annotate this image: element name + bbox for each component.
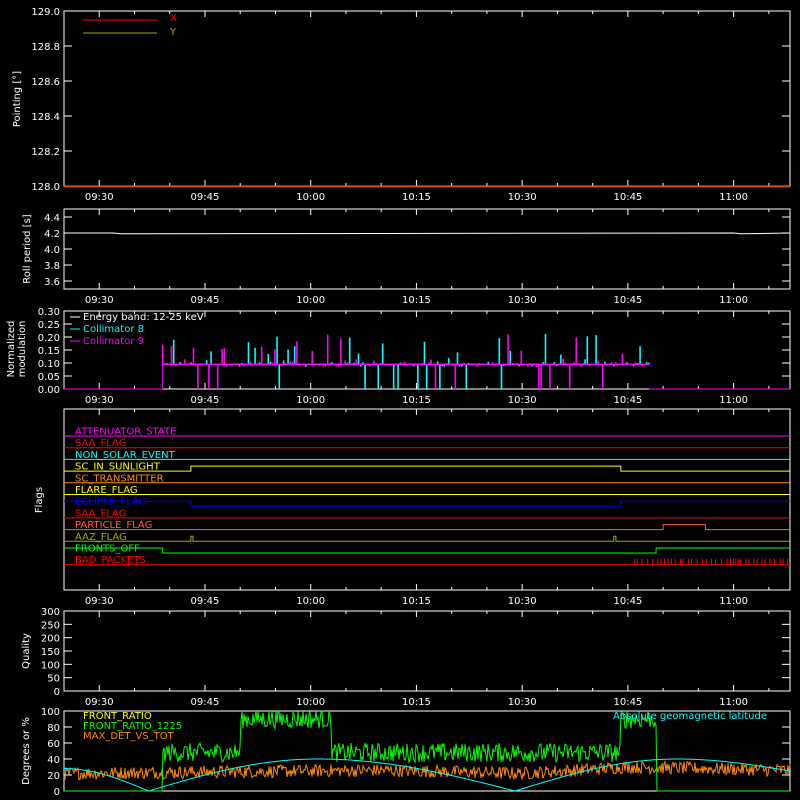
y-tick-label: 250	[41, 620, 60, 631]
x-tick-label: 09:45	[191, 295, 220, 306]
y-tick-label: 0.15	[38, 346, 60, 357]
x-tick-label: 10:15	[402, 295, 431, 306]
legend-max-det: MAX_DET_VS_TOT	[83, 731, 175, 742]
y-tick-label: 0.05	[38, 372, 60, 383]
x-tick-label: 10:00	[296, 192, 325, 203]
x-tick-label: 10:30	[508, 596, 537, 607]
x-tick-label: 10:15	[402, 697, 431, 708]
y-tick-label: 300	[41, 607, 60, 618]
x-tick-label: 10:45	[613, 192, 642, 203]
legend-y-label: Y	[169, 27, 177, 38]
pointing-ylabel: Pointing [°]	[12, 71, 23, 127]
x-tick-label: 10:00	[296, 596, 325, 607]
y-tick-label: 4.2	[44, 229, 60, 240]
x-tick-label: 10:00	[296, 697, 325, 708]
y-tick-label: 0.10	[38, 359, 60, 370]
legend-energy-band: Energy band: 12-25 keV	[83, 312, 204, 323]
flag-label: ECLIPSE_FLAG	[75, 497, 146, 508]
y-tick-label: 4.4	[44, 213, 60, 224]
x-tick-label: 10:30	[508, 295, 537, 306]
x-tick-label: 09:30	[85, 192, 114, 203]
y-tick-label: 100	[41, 707, 60, 718]
x-tick-label: 09:45	[191, 395, 220, 406]
y-tick-label: 0	[54, 787, 60, 798]
stix-quicklook-figure: Pointing [°] 128.0 128.2 128.4 128.6 128.8 12…	[0, 0, 800, 800]
x-tick-label: 11:00	[719, 192, 748, 203]
flags-ylabel: Flags	[34, 487, 45, 513]
x-tick-label: 10:15	[402, 192, 431, 203]
roll-ylabel: Roll period [s]	[22, 214, 33, 283]
x-tick-label: 10:45	[613, 596, 642, 607]
x-tick-label: 11:00	[719, 596, 748, 607]
legend-collimator8: Collimator 8	[83, 324, 144, 335]
x-tick-label: 10:00	[296, 295, 325, 306]
y-tick-label: 20	[47, 771, 60, 782]
y-tick-label: 60	[47, 739, 60, 750]
x-tick-label: 09:30	[85, 295, 114, 306]
y-tick-label: 3.6	[44, 277, 60, 288]
y-tick-label: 0.30	[38, 307, 60, 318]
x-tick-label: 10:15	[402, 596, 431, 607]
x-tick-label: 10:30	[508, 395, 537, 406]
y-tick-label: 0.20	[38, 333, 60, 344]
y-tick-label: 100	[41, 660, 60, 671]
x-tick-label: 10:15	[402, 395, 431, 406]
x-tick-label: 10:45	[613, 395, 642, 406]
y-tick-label: 128.4	[31, 112, 60, 123]
modulation-ylabel: Normalizedmodulation	[6, 321, 28, 378]
flag-label: FRONTS_OFF	[75, 544, 140, 555]
y-tick-label: 0	[54, 687, 60, 698]
x-tick-label: 09:30	[85, 596, 114, 607]
ratios-ylabel: Degrees or %	[21, 717, 32, 785]
y-tick-label: 150	[41, 647, 60, 658]
y-tick-label: 128.0	[31, 182, 60, 193]
x-tick-label: 10:45	[613, 295, 642, 306]
x-tick-label: 10:00	[296, 395, 325, 406]
y-tick-label: 80	[47, 723, 60, 734]
x-tick-label: 10:30	[508, 192, 537, 203]
legend-geomag-latitude: Absolute geomagnetic latitude	[613, 711, 767, 722]
x-tick-label: 09:30	[85, 395, 114, 406]
y-tick-label: 0.00	[38, 385, 60, 396]
y-tick-label: 128.6	[31, 77, 60, 88]
x-tick-label: 11:00	[719, 697, 748, 708]
x-tick-label: 09:45	[191, 596, 220, 607]
x-tick-label: 11:00	[719, 295, 748, 306]
x-tick-label: 09:45	[191, 192, 220, 203]
quality-ylabel: Quality	[21, 633, 32, 669]
y-tick-label: 3.8	[44, 261, 60, 272]
y-tick-label: 0.25	[38, 320, 60, 331]
legend-collimator9: Collimator 9	[83, 336, 144, 347]
legend-x-label: X	[170, 13, 177, 24]
x-tick-label: 10:30	[508, 697, 537, 708]
y-tick-label: 50	[47, 674, 60, 685]
y-tick-label: 4.0	[44, 245, 60, 256]
x-tick-label: 09:45	[191, 697, 220, 708]
y-tick-label: 200	[41, 634, 60, 645]
background	[0, 0, 800, 800]
y-tick-label: 40	[47, 755, 60, 766]
y-tick-label: 128.8	[31, 42, 60, 53]
x-tick-label: 11:00	[719, 395, 748, 406]
x-tick-label: 10:45	[613, 697, 642, 708]
y-tick-label: 128.2	[31, 147, 60, 158]
x-tick-label: 09:30	[85, 697, 114, 708]
y-tick-label: 129.0	[31, 7, 60, 18]
